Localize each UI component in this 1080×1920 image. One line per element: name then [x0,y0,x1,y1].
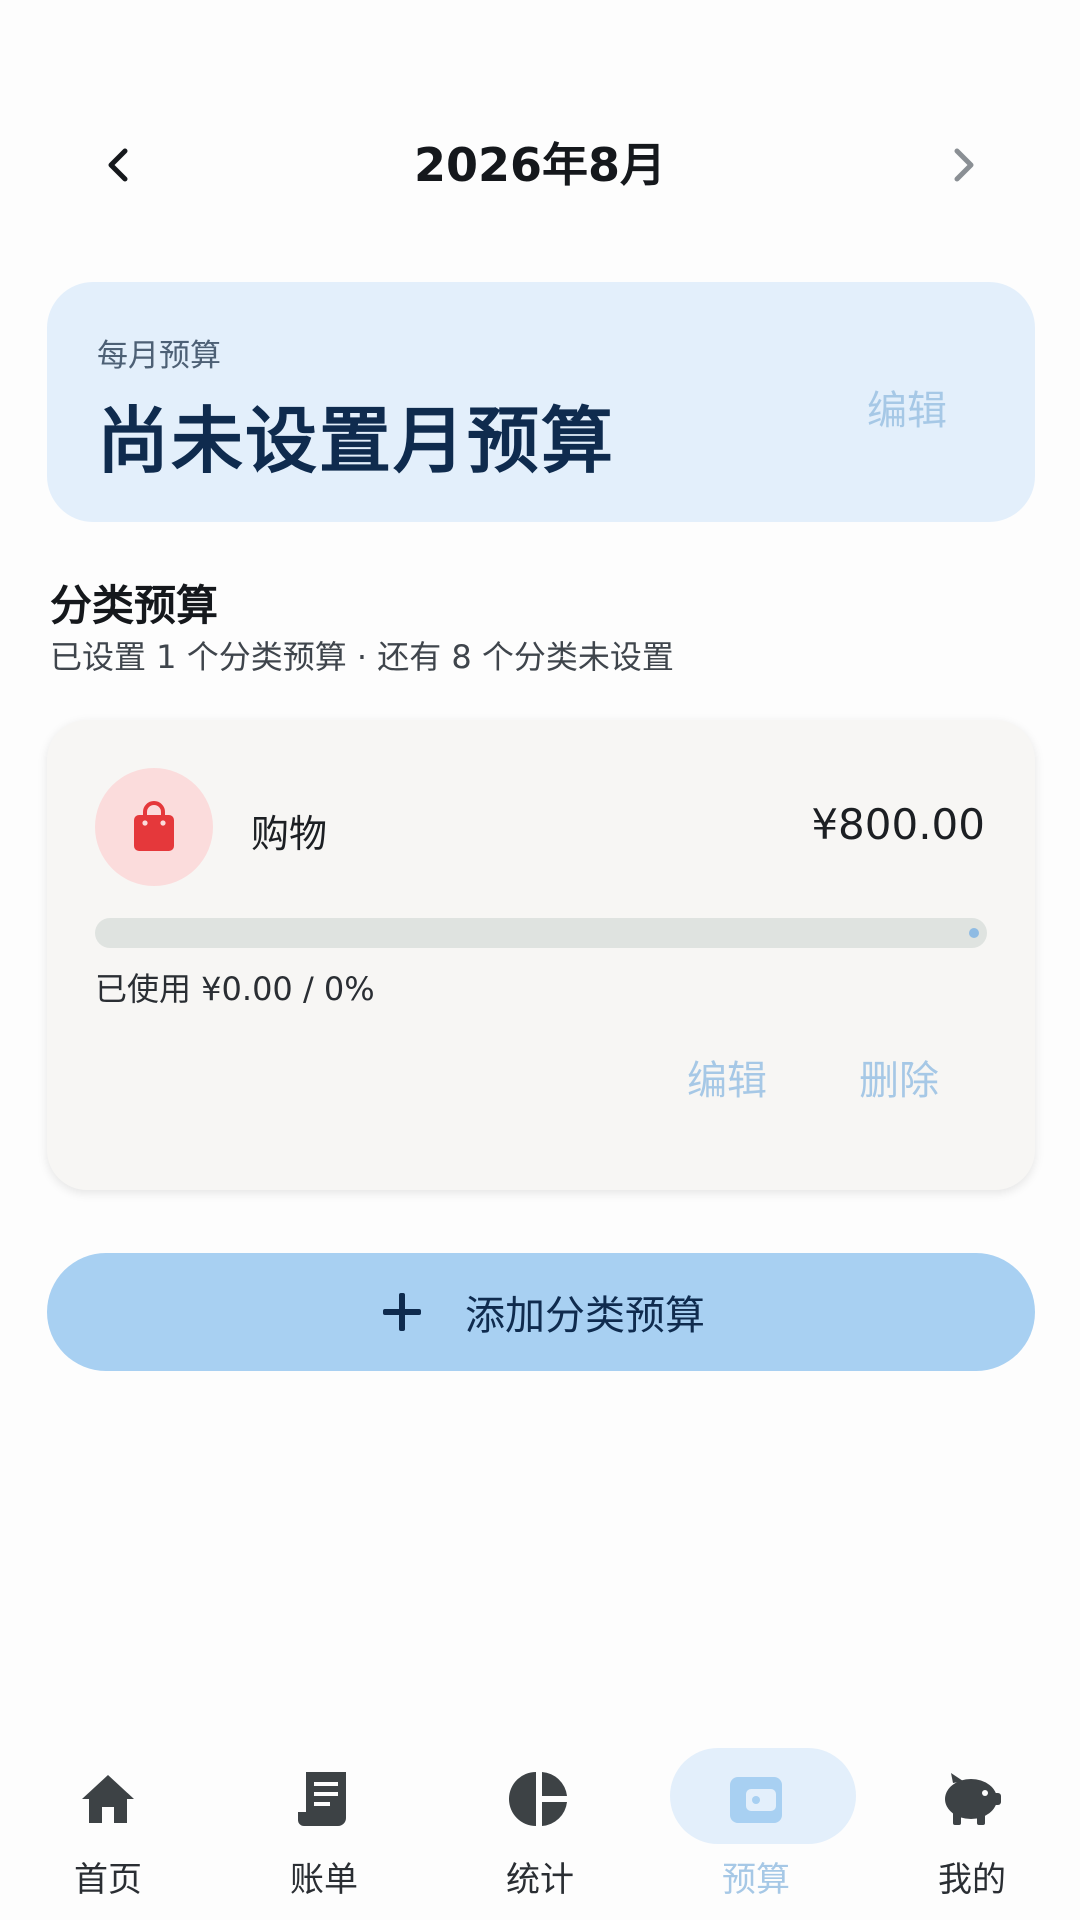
prev-month-button[interactable] [74,120,164,210]
category-used-text: 已使用 ¥0.00 / 0% [95,970,375,1008]
tab-home-label: 首页 [74,1860,142,1900]
add-category-budget-label: 添加分类预算 [465,1293,705,1339]
category-delete-button[interactable]: 删除 [859,1048,939,1106]
category-budget-card: 购物 ¥800.00 已使用 ¥0.00 / 0% 编辑 删除 [47,720,1035,1190]
tab-bills-label: 账单 [290,1860,358,1900]
monthly-budget-value: 尚未设置月预算 [97,399,616,483]
chevron-left-icon [108,148,128,182]
receipt-icon [298,1772,346,1826]
next-month-button[interactable] [918,120,1008,210]
wallet-icon [730,1777,782,1823]
monthly-budget-edit-button[interactable]: 编辑 [867,378,947,436]
plus-icon [383,1293,421,1331]
category-name: 购物 [251,812,328,856]
shopping-bag-icon [134,801,174,851]
category-section-title: 分类预算 [50,581,219,630]
monthly-budget-card: 每月预算 尚未设置月预算 编辑 [47,282,1035,522]
home-icon [82,1775,134,1823]
category-progress-bar [95,918,987,948]
tab-mine[interactable]: 我的 [864,1740,1080,1920]
piggy-bank-icon [945,1773,1001,1825]
pie-chart-icon [509,1772,567,1826]
tab-budget[interactable]: 预算 [648,1740,864,1920]
tab-stats[interactable]: 统计 [432,1740,648,1920]
category-edit-button[interactable]: 编辑 [687,1048,767,1106]
monthly-budget-label: 每月预算 [97,338,221,374]
category-section-subtitle: 已设置 1 个分类预算 · 还有 8 个分类未设置 [50,638,674,676]
tab-stats-label: 统计 [506,1860,574,1900]
category-budget-amount: ¥800.00 [811,800,985,849]
tab-bills[interactable]: 账单 [216,1740,432,1920]
tab-mine-label: 我的 [938,1860,1006,1900]
tab-budget-label: 预算 [722,1860,790,1900]
tab-home[interactable]: 首页 [0,1740,216,1920]
month-title: 2026年8月 [413,138,667,192]
chevron-right-icon [954,148,974,182]
progress-end-dot [969,928,979,938]
add-category-budget-button[interactable]: 添加分类预算 [47,1253,1035,1371]
bottom-tab-bar: 首页 账单 统计 预算 我的 [0,1740,1080,1920]
category-icon-circle [95,768,213,886]
month-header: 2026年8月 [0,120,1080,210]
